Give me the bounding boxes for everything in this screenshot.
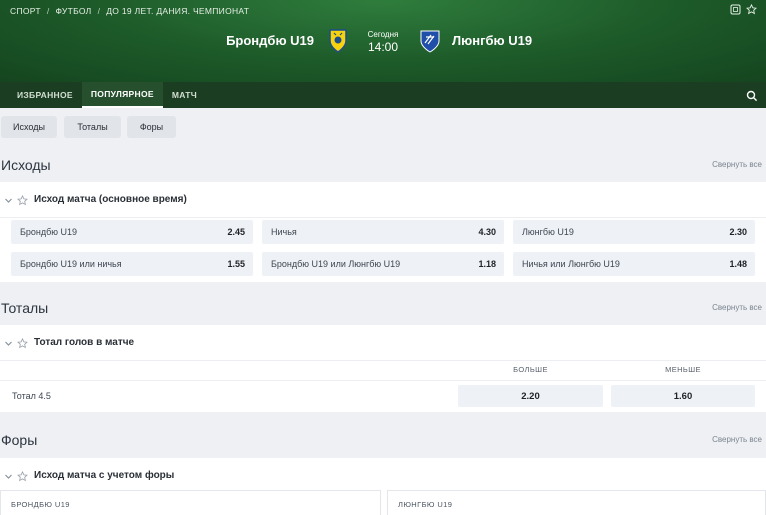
handicap-column-away: ЛЮНГБЮ U19: [387, 490, 766, 515]
home-team-name: Брондбю U19: [226, 33, 314, 48]
odd-button[interactable]: Брондбю U19 или ничья 1.55: [11, 252, 253, 276]
away-team-logo: [418, 28, 442, 54]
tab-popular[interactable]: ПОПУЛЯРНОЕ: [81, 82, 163, 108]
match-header: СПОРТ / ФУТБОЛ / ДО 19 ЛЕТ. ДАНИЯ. ЧЕМПИ…: [0, 0, 766, 82]
match-time: Сегодня 14:00: [356, 30, 410, 54]
odd-button-under[interactable]: 1.60: [611, 385, 755, 407]
odd-label: Люнгбю U19: [522, 227, 574, 237]
handicap-column-home: БРОНДБЮ U19: [0, 490, 381, 515]
odd-label: Брондбю U19: [20, 227, 78, 237]
search-icon[interactable]: [746, 89, 758, 102]
filter-outcomes[interactable]: Исходы: [1, 116, 57, 138]
odd-button[interactable]: Ничья или Люнгбю U19 1.48: [513, 252, 755, 276]
filter-handicaps[interactable]: Форы: [127, 116, 176, 138]
odd-value: 1.18: [478, 259, 496, 269]
section-title-totals: Тоталы: [1, 300, 49, 316]
odd-value: 2.30: [729, 227, 747, 237]
breadcrumb-sport[interactable]: СПОРТ: [10, 6, 41, 16]
odd-label: Ничья: [271, 227, 297, 237]
filter-totals[interactable]: Тоталы: [64, 116, 121, 138]
breadcrumb-league[interactable]: ДО 19 ЛЕТ. ДАНИЯ. ЧЕМПИОНАТ: [106, 6, 249, 16]
odd-button[interactable]: Люнгбю U19 2.30: [513, 220, 755, 244]
tab-favorites[interactable]: ИЗБРАННОЕ: [0, 82, 82, 108]
collapse-all-link[interactable]: Свернуть все: [712, 160, 762, 169]
odd-value: 1.55: [227, 259, 245, 269]
divider: [0, 380, 766, 381]
chevron-down-icon[interactable]: [4, 339, 13, 348]
odd-button[interactable]: Ничья 4.30: [262, 220, 504, 244]
star-icon[interactable]: [745, 3, 757, 16]
section-title-handicaps: Форы: [1, 432, 38, 448]
market-header[interactable]: Исход матча (основное время): [0, 182, 766, 218]
odd-value: 2.45: [227, 227, 245, 237]
market-header[interactable]: Тотал голов в матче: [0, 325, 766, 361]
market-title: Тотал голов в матче: [34, 337, 135, 348]
match-day: Сегодня: [367, 30, 399, 39]
odd-button[interactable]: Брондбю U19 или Люнгбю U19 1.18: [262, 252, 504, 276]
stats-icon[interactable]: [729, 4, 741, 16]
chevron-down-icon[interactable]: [4, 472, 13, 481]
match-start-time: 14:00: [367, 40, 399, 54]
breadcrumb: СПОРТ / ФУТБОЛ / ДО 19 ЛЕТ. ДАНИЯ. ЧЕМПИ…: [10, 6, 249, 16]
total-row-label: Тотал 4.5: [12, 391, 51, 401]
tab-match[interactable]: МАТЧ: [163, 82, 206, 108]
favorite-star-icon[interactable]: [17, 338, 28, 349]
breadcrumb-separator: /: [46, 6, 50, 16]
column-header-over: БОЛЬШЕ: [513, 365, 548, 374]
odd-value: 4.30: [478, 227, 496, 237]
collapse-all-link[interactable]: Свернуть все: [712, 303, 762, 312]
favorite-star-icon[interactable]: [17, 471, 28, 482]
market-tabs: ИЗБРАННОЕ ПОПУЛЯРНОЕ МАТЧ: [0, 82, 766, 108]
odd-label: Брондбю U19 или ничья: [20, 259, 122, 269]
market-title: Исход матча с учетом форы: [34, 470, 175, 481]
breadcrumb-football[interactable]: ФУТБОЛ: [56, 6, 92, 16]
odd-label: Ничья или Люнгбю U19: [522, 259, 620, 269]
column-header-under: МЕНЬШЕ: [665, 365, 701, 374]
market-header[interactable]: Исход матча с учетом форы: [0, 458, 766, 494]
away-team-name: Люнгбю U19: [452, 33, 533, 48]
section-title-outcomes: Исходы: [1, 157, 51, 173]
odd-value: 1.48: [729, 259, 747, 269]
chevron-down-icon[interactable]: [4, 196, 13, 205]
market-title: Исход матча (основное время): [34, 194, 187, 205]
breadcrumb-separator: /: [97, 6, 101, 16]
filter-bar: Исходы Тоталы Форы: [0, 108, 766, 150]
favorite-star-icon[interactable]: [17, 195, 28, 206]
home-team-logo: [326, 28, 350, 54]
odd-label: Брондбю U19 или Люнгбю U19: [271, 259, 401, 269]
odd-button[interactable]: Брондбю U19 2.45: [11, 220, 253, 244]
odd-button-over[interactable]: 2.20: [458, 385, 603, 407]
collapse-all-link[interactable]: Свернуть все: [712, 435, 762, 444]
